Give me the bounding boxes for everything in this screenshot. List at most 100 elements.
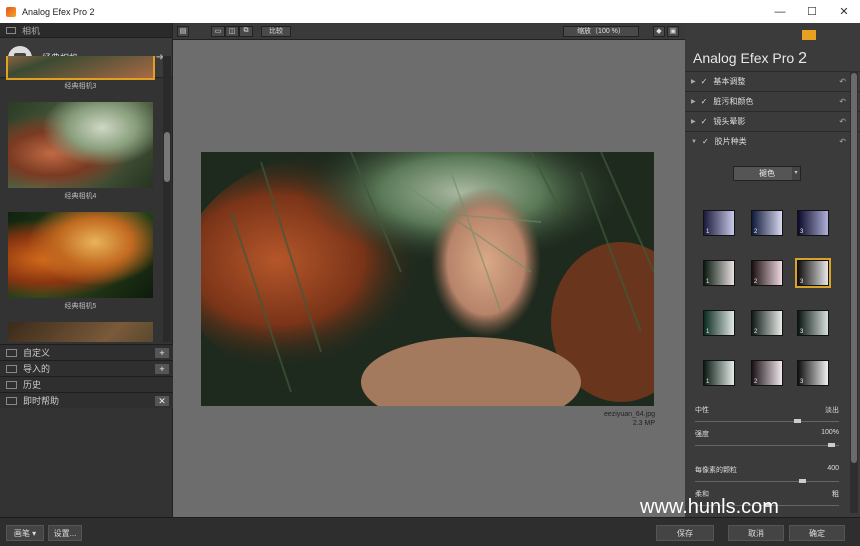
section-lens-vignette[interactable]: ▶ ✓ 镜头晕影 ↶ — [685, 111, 860, 131]
expand-icon[interactable]: ▶ — [691, 118, 696, 125]
right-panel-scrollbar[interactable] — [850, 71, 858, 513]
film-swatch[interactable]: 3 — [795, 258, 831, 288]
reset-icon[interactable]: ↶ — [839, 137, 846, 146]
swatch-number: 3 — [800, 379, 804, 385]
title-bar: Analog Efex Pro 2 — ☐ ✕ — [0, 0, 860, 23]
maximize-button[interactable]: ☐ — [796, 0, 828, 23]
film-swatch[interactable]: 3 — [797, 210, 829, 236]
swatch-number: 2 — [754, 329, 758, 335]
reset-icon[interactable]: ↶ — [839, 117, 846, 126]
section-custom[interactable]: 自定义 + — [0, 344, 173, 360]
swatch-number: 2 — [754, 229, 758, 235]
section-history[interactable]: 历史 — [0, 376, 173, 392]
preset-thumb[interactable]: 经典相机4 — [8, 102, 153, 201]
preset-thumb-image — [6, 56, 155, 80]
section-label: 基本调整 — [713, 77, 746, 86]
film-type-value: 褪色 — [759, 169, 775, 178]
slider-track[interactable] — [695, 443, 839, 447]
film-type-dropdown[interactable]: 褪色 ▾ — [733, 166, 801, 181]
section-dirt-color[interactable]: ▶ ✓ 脏污和颜色 ↶ — [685, 91, 860, 111]
settings-button[interactable]: 设置... — [48, 525, 82, 541]
film-swatch[interactable]: 1 — [703, 210, 735, 236]
film-swatch[interactable]: 1 — [703, 260, 735, 286]
save-button[interactable]: 保存 — [656, 525, 714, 541]
enable-checkbox[interactable]: ✓ — [702, 137, 709, 146]
minimize-button[interactable]: — — [764, 0, 796, 23]
slider-value: 淡出 — [825, 407, 839, 414]
section-basic-adjustments[interactable]: ▶ ✓ 基本调整 ↶ — [685, 71, 860, 91]
film-swatch[interactable]: 2 — [751, 210, 783, 236]
section-label: 镜头晕影 — [713, 117, 746, 126]
single-view-icon[interactable]: ▭ — [211, 25, 225, 37]
preset-thumb[interactable]: 经典相机3 — [6, 56, 155, 91]
chevron-down-icon: ▾ — [792, 167, 800, 180]
swatch-number: 1 — [706, 229, 710, 235]
swatch-number: 1 — [706, 279, 710, 285]
add-imported-button[interactable]: + — [155, 363, 169, 374]
history-icon — [6, 380, 17, 389]
ok-button[interactable]: 确定 — [789, 525, 845, 541]
expand-icon[interactable]: ▶ — [691, 78, 696, 85]
film-swatch[interactable]: 1 — [703, 310, 735, 336]
swatch-number: 1 — [706, 379, 710, 385]
split-view-icon[interactable]: ◫ — [225, 25, 239, 37]
preset-thumb-caption: 经典相机3 — [64, 83, 97, 90]
camera-tab-icon — [6, 26, 16, 34]
zoom-select[interactable]: 缩放（100 %） — [563, 25, 639, 37]
preview-canvas[interactable]: eeziyuan_64.jpg 2.3 MP — [173, 40, 685, 517]
section-film-type[interactable]: ▼ ✓ 胶片种类 ↶ — [685, 131, 860, 151]
loupe-icon[interactable]: ◆ — [653, 25, 665, 37]
preset-thumb[interactable]: 经典相机5 — [8, 212, 153, 311]
film-swatch[interactable]: 2 — [751, 310, 783, 336]
presets-header[interactable]: 相机 — [0, 23, 172, 38]
slider-label: 中性 — [695, 407, 709, 414]
cancel-button[interactable]: 取消 — [728, 525, 784, 541]
add-custom-button[interactable]: + — [155, 347, 169, 358]
reset-icon[interactable]: ↶ — [839, 97, 846, 106]
app-icon — [6, 6, 16, 17]
film-swatch[interactable]: 3 — [797, 310, 829, 336]
slider-value: 400 — [827, 465, 839, 472]
section-custom-label: 自定义 — [23, 348, 51, 358]
slider-knob[interactable] — [827, 443, 835, 447]
preset-thumb-image — [8, 322, 153, 342]
image-filename: eeziyuan_64.jpg — [604, 411, 655, 418]
side-by-side-icon[interactable]: ⧉ — [239, 25, 253, 37]
left-sections: 自定义 + 导入的 + 历史 即时帮助 ✕ — [0, 344, 173, 408]
section-label: 脏污和颜色 — [713, 97, 754, 106]
section-imported-label: 导入的 — [23, 364, 51, 374]
collapse-icon[interactable]: ▼ — [691, 139, 697, 145]
preset-thumb-caption: 经典相机4 — [64, 193, 97, 200]
compare-button[interactable]: 比较 — [261, 25, 291, 37]
slider-value: 粗 — [832, 491, 839, 498]
section-help[interactable]: 即时帮助 ✕ — [0, 392, 173, 408]
panel-toggle-icon[interactable]: ▤ — [177, 25, 189, 37]
film-swatch[interactable]: 1 — [703, 360, 735, 386]
swatch-number: 3 — [800, 329, 804, 335]
enable-checkbox[interactable]: ✓ — [701, 97, 708, 106]
slider-track[interactable] — [695, 419, 839, 423]
app-name: Analog Efex Pro 2 — [693, 50, 807, 67]
enable-checkbox[interactable]: ✓ — [701, 117, 708, 126]
image-info: eeziyuan_64.jpg 2.3 MP — [604, 410, 655, 428]
slider-track[interactable] — [695, 479, 839, 483]
brush-button[interactable]: 画笔 ▾ — [6, 525, 44, 541]
background-toggle-icon[interactable]: ▣ — [667, 25, 679, 37]
preset-thumb[interactable] — [8, 322, 153, 342]
slider-knob[interactable] — [799, 479, 807, 483]
expand-icon[interactable]: ▶ — [691, 98, 696, 105]
enable-checkbox[interactable]: ✓ — [701, 77, 708, 86]
close-button[interactable]: ✕ — [828, 0, 860, 23]
thumbnails-scrollbar[interactable] — [163, 56, 171, 342]
section-label: 胶片种类 — [714, 137, 747, 146]
close-help-button[interactable]: ✕ — [155, 395, 169, 406]
film-swatch[interactable]: 3 — [797, 360, 829, 386]
nik-logo — [802, 30, 816, 40]
section-imported[interactable]: 导入的 + — [0, 360, 173, 376]
slider-knob[interactable] — [793, 419, 801, 423]
film-swatch[interactable]: 2 — [751, 360, 783, 386]
film-swatch[interactable]: 2 — [751, 260, 783, 286]
preview-image — [201, 152, 654, 406]
slider-label: 强度 — [695, 431, 709, 438]
reset-icon[interactable]: ↶ — [839, 77, 846, 86]
